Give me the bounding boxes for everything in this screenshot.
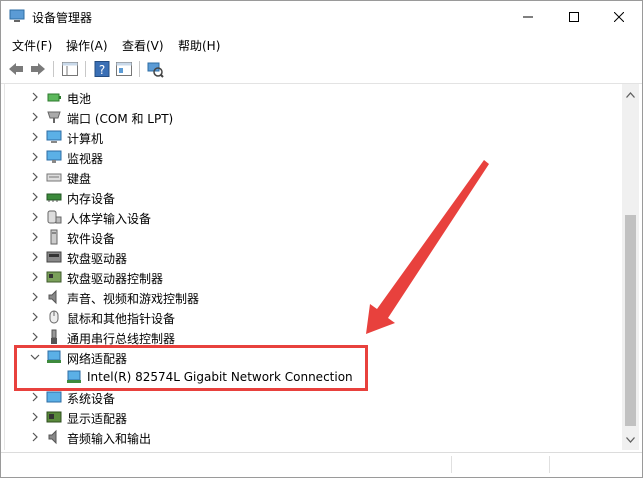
menu-action[interactable]: 操作(A)	[66, 37, 108, 54]
maximize-button[interactable]	[551, 1, 597, 32]
chevron-right-icon[interactable]	[30, 312, 40, 322]
chevron-right-icon[interactable]	[30, 192, 40, 202]
menu-file[interactable]: 文件(F)	[12, 37, 52, 54]
scan-hardware-icon[interactable]	[146, 60, 164, 78]
tree-item-label: 声音、视频和游戏控制器	[67, 292, 200, 306]
tree-item-memory[interactable]: 内存设备	[5, 187, 605, 207]
tree-item-ports[interactable]: 端口 (COM 和 LPT)	[5, 107, 605, 127]
chevron-right-icon[interactable]	[30, 272, 40, 282]
tree-item-keyboards[interactable]: 键盘	[5, 167, 605, 187]
scrollbar-thumb[interactable]	[625, 215, 636, 426]
controller-icon	[46, 271, 62, 283]
show-hide-console-tree-icon[interactable]	[61, 60, 79, 78]
tree-item-label: 人体学输入设备	[67, 212, 152, 226]
toolbar-separator	[139, 61, 140, 77]
chevron-right-icon[interactable]	[30, 112, 40, 122]
chevron-right-icon[interactable]	[30, 212, 40, 222]
tree-item-label: 电池	[67, 92, 92, 106]
tree-item-hid[interactable]: 人体学输入设备	[5, 207, 605, 227]
highlight-box	[14, 345, 368, 391]
tree-item-label: 系统设备	[67, 392, 116, 406]
chevron-right-icon[interactable]	[30, 392, 40, 402]
toolbar: ?	[1, 55, 642, 84]
tree-item-sound[interactable]: 声音、视频和游戏控制器	[5, 287, 605, 307]
usb-icon	[51, 329, 57, 344]
tree-item-battery[interactable]: 电池	[5, 87, 605, 107]
status-bar	[1, 452, 642, 477]
tree-item-label: 内存设备	[67, 192, 116, 206]
chevron-right-icon[interactable]	[30, 132, 40, 142]
tree-item-disk-drives[interactable]: 软盘驱动器	[5, 247, 605, 267]
forward-arrow-icon[interactable]	[29, 60, 47, 78]
hid-icon	[47, 210, 62, 224]
tree-item-label: 显示适配器	[67, 412, 128, 426]
menu-view[interactable]: 查看(V)	[122, 37, 164, 54]
menu-help[interactable]: 帮助(H)	[178, 37, 220, 54]
chevron-right-icon[interactable]	[30, 332, 40, 342]
tree-item-floppy-controllers[interactable]: 软盘驱动器控制器	[5, 267, 605, 287]
title-bar[interactable]: 设备管理器	[1, 1, 642, 32]
scroll-down-button[interactable]	[622, 431, 639, 448]
chevron-right-icon[interactable]	[30, 172, 40, 182]
device-manager-window: 设备管理器 文件(F) 操作(A) 查看(V) 帮助(H) ? 电池 端口 (C…	[0, 0, 643, 478]
tree-item-mice[interactable]: 鼠标和其他指针设备	[5, 307, 605, 327]
properties-icon[interactable]	[115, 60, 133, 78]
tree-item-label: 软盘驱动器	[67, 252, 128, 266]
tree-item-label: 监视器	[67, 152, 104, 166]
tree-item-label: 鼠标和其他指针设备	[67, 312, 176, 326]
tree-item-monitors[interactable]: 监视器	[5, 147, 605, 167]
toolbar-separator	[53, 61, 54, 77]
svg-text:?: ?	[99, 63, 105, 77]
chevron-right-icon[interactable]	[30, 432, 40, 442]
chevron-down-icon	[626, 436, 635, 443]
battery-icon	[47, 93, 61, 102]
scroll-up-button[interactable]	[622, 86, 639, 103]
tree-item-audio-io[interactable]: 音频输入和输出	[5, 427, 605, 447]
system-device-icon	[46, 391, 62, 403]
menu-bar: 文件(F) 操作(A) 查看(V) 帮助(H)	[1, 32, 642, 55]
minimize-button[interactable]	[505, 1, 551, 32]
tree-item-label: 软件设备	[67, 232, 116, 246]
tree-item-software-devices[interactable]: 软件设备	[5, 227, 605, 247]
chevron-up-icon	[626, 91, 635, 98]
tree-item-usb[interactable]: 通用串行总线控制器	[5, 327, 605, 347]
tree-item-display-adapters[interactable]: 显示适配器	[5, 407, 605, 427]
tree-item-label: 键盘	[67, 172, 92, 186]
close-button[interactable]	[596, 1, 642, 32]
chevron-right-icon[interactable]	[30, 292, 40, 302]
chevron-right-icon[interactable]	[30, 152, 40, 162]
toolbar-separator	[85, 61, 86, 77]
speaker-icon	[48, 289, 57, 305]
keyboard-icon	[46, 173, 62, 182]
memory-icon	[46, 193, 62, 202]
chevron-right-icon[interactable]	[30, 92, 40, 102]
chevron-right-icon[interactable]	[30, 232, 40, 242]
device-manager-icon	[9, 9, 25, 22]
status-bar-divider	[451, 456, 452, 473]
disk-drive-icon	[46, 251, 62, 263]
tree-item-label: 计算机	[67, 132, 104, 146]
close-icon	[614, 11, 624, 22]
help-icon[interactable]: ?	[93, 60, 111, 78]
mouse-icon	[49, 310, 59, 324]
status-bar-divider	[549, 456, 550, 473]
computer-icon	[46, 130, 62, 143]
display-adapter-icon	[46, 411, 62, 423]
back-arrow-icon[interactable]	[7, 60, 25, 78]
port-icon	[47, 111, 61, 123]
tree-item-label: 软盘驱动器控制器	[67, 272, 164, 286]
monitor-icon	[46, 150, 62, 163]
tree-item-label: 音频输入和输出	[67, 432, 152, 446]
vertical-scrollbar[interactable]	[622, 84, 639, 450]
tree-item-computer[interactable]: 计算机	[5, 127, 605, 147]
software-device-icon	[50, 229, 58, 245]
minimize-icon	[523, 16, 533, 17]
chevron-right-icon[interactable]	[30, 412, 40, 422]
tree-item-label: 端口 (COM 和 LPT)	[67, 112, 174, 126]
chevron-right-icon[interactable]	[30, 252, 40, 262]
device-tree[interactable]: 电池 端口 (COM 和 LPT) 计算机 监视器 键盘 内存设备 人体学输入设…	[4, 84, 623, 450]
speaker-icon	[48, 429, 57, 445]
window-title: 设备管理器	[32, 11, 93, 25]
maximize-icon	[569, 11, 579, 22]
